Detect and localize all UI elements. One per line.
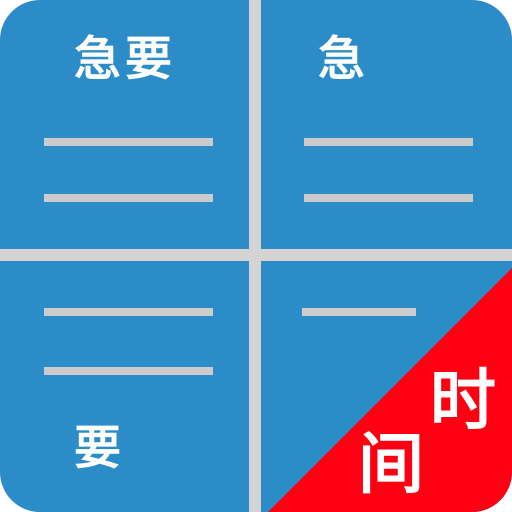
- corner-label-time-2: 间: [358, 426, 424, 503]
- app-icon[interactable]: 急要 急 要 时 间: [0, 0, 512, 512]
- corner-label-time-1: 时: [430, 362, 496, 439]
